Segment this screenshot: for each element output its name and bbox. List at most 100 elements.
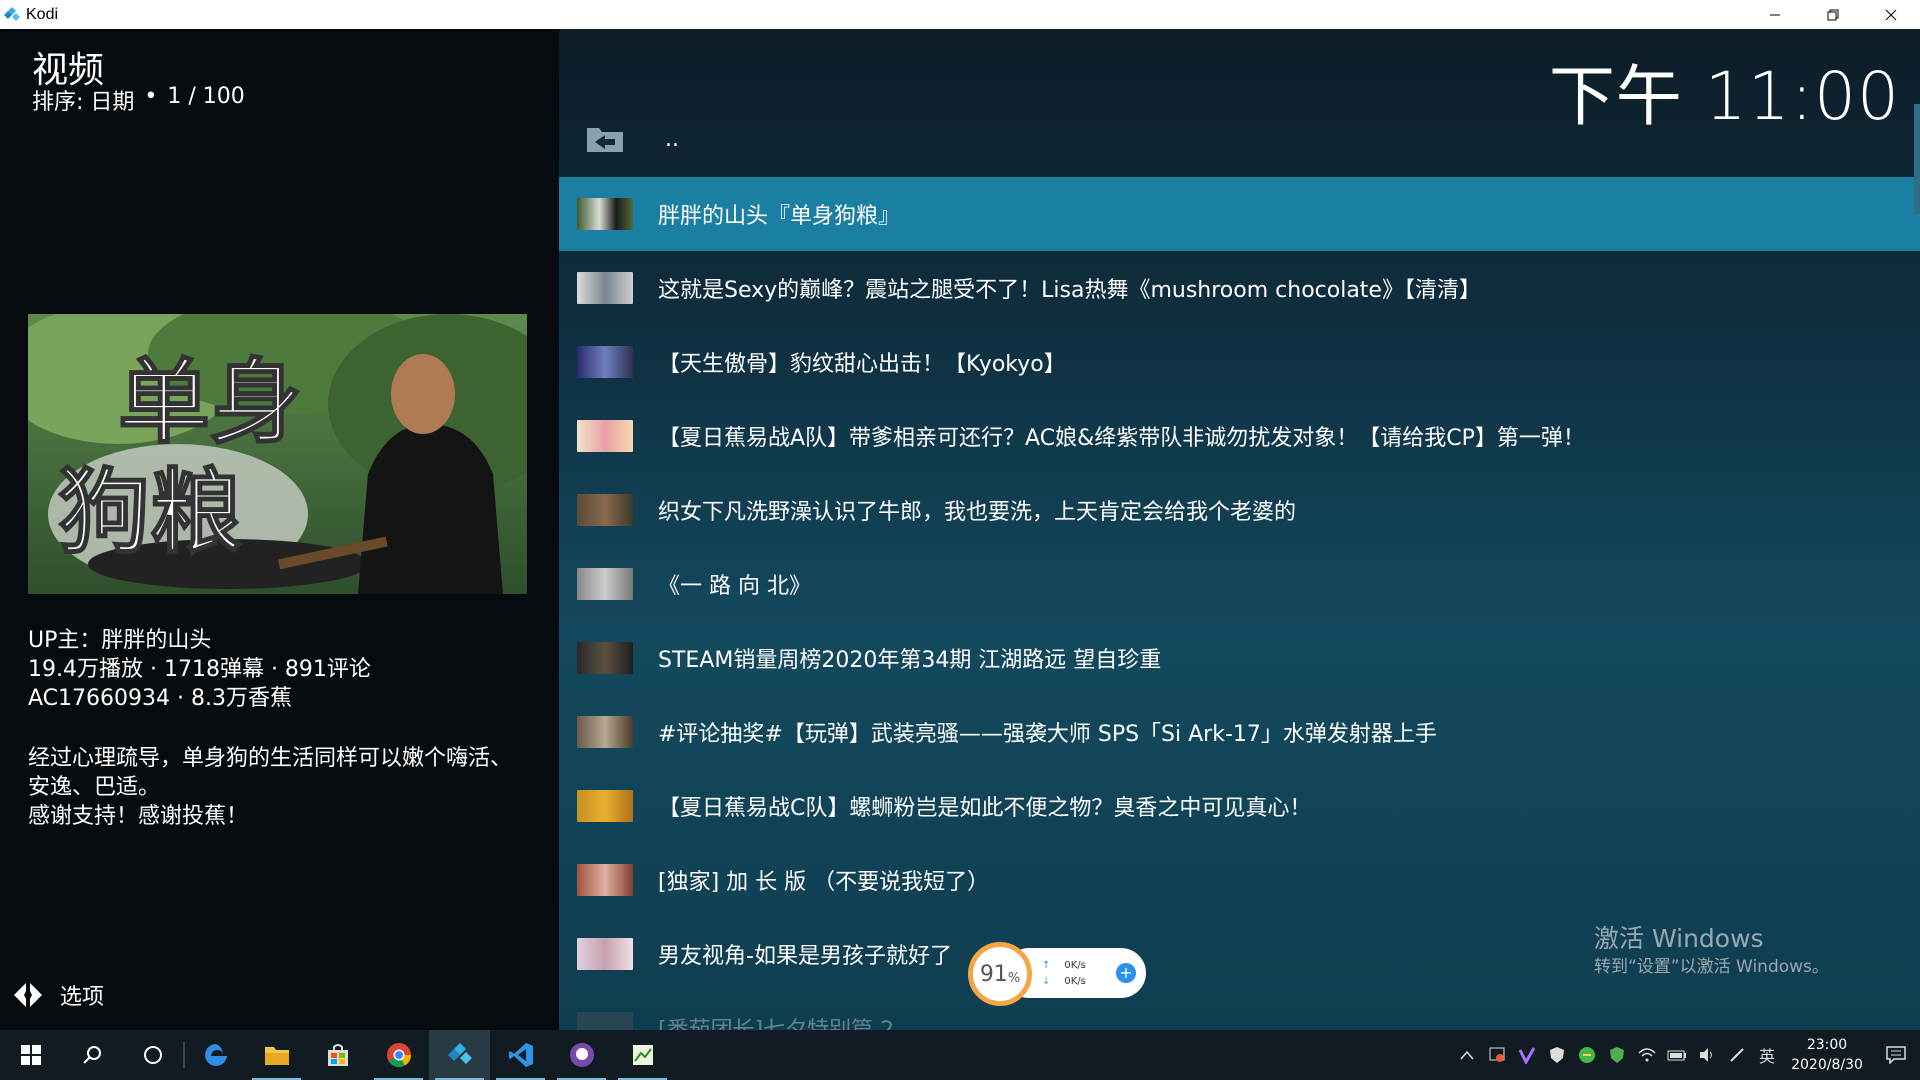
cortana-button[interactable] [122,1030,183,1080]
description-line: 感谢支持！感谢投蕉！ [28,804,249,829]
download-speed: 0K/s [1064,976,1086,987]
tray-360-icon[interactable] [1572,1030,1602,1080]
list-scrollbar[interactable] [1914,104,1920,214]
item-position: 1 / 100 [167,84,245,109]
tray-shield-icon[interactable] [1602,1030,1632,1080]
list-item[interactable]: [番茄团长]七夕特别篇 2 [559,991,1920,1030]
list-item[interactable]: 《一 路 向 北》 [559,547,1920,621]
speed-rates: ↑ 0K/s ↓ 0K/s [1042,958,1086,990]
watermark-subtitle: 转到“设置”以激活 Windows。 [1594,957,1829,977]
video-thumbnail [577,642,633,674]
taskbar-store[interactable] [307,1030,368,1080]
cortana-circle-icon [143,1046,162,1064]
taskbar-kodi[interactable] [429,1030,490,1080]
taskbar-sheet-app[interactable] [612,1030,673,1080]
window-titlebar: Kodi [0,0,1920,29]
video-title: STEAM销量周榜2020年第34期 江湖路远 望自珍重 [658,648,1162,673]
video-thumbnail [577,790,633,822]
video-thumbnail [577,494,633,526]
list-item[interactable]: 这就是Sexy的巅峰？震站之腿受不了！Lisa热舞《mushroom choco… [559,251,1920,325]
list-item[interactable]: #评论抽奖#【玩弹】武装亮骚——强袭大师 SPS「Si Ark-17」水弹发射器… [559,695,1920,769]
memory-percent: 91 [979,961,1008,987]
watermark-title: 激活 Windows [1594,924,1764,953]
edge-browser-icon [204,1044,227,1066]
video-thumbnail [577,716,633,748]
taskbar-edge[interactable] [185,1030,246,1080]
video-meta: UP主：胖胖的山头 19.4万播放 · 1718弹幕 · 891评论 AC176… [28,626,371,713]
video-thumbnail [577,1012,633,1030]
windows-logo-icon [20,1045,41,1065]
video-description: 经过心理疏导，单身狗的生活同样可以嫩个嗨活、 安逸、巴适。 感谢支持！感谢投蕉！ [28,744,528,831]
notification-icon [1886,1046,1906,1064]
taskbar-vscode[interactable] [490,1030,551,1080]
action-center-button[interactable] [1872,1030,1920,1080]
taskbar-clock[interactable]: 23:00 2020/8/30 [1782,1035,1872,1075]
list-item[interactable]: 【夏日蕉易战C队】螺蛳粉岂是如此不便之物？臭香之中可见真心！ [559,769,1920,843]
options-label: 选项 [60,985,105,1010]
tray-overflow-icon[interactable] [1452,1030,1482,1080]
tray-security-center-icon[interactable] [1482,1030,1512,1080]
upload-speed: 0K/s [1064,960,1086,971]
parent-folder-item[interactable]: .. [559,109,1900,169]
list-item[interactable]: [独家] 加 长 版 （不要说我短了） [559,843,1920,917]
memory-percent-unit: % [1007,970,1021,986]
poster-title-line1: 单身 [118,348,302,456]
search-icon [82,1046,101,1064]
uploader-text: UP主：胖胖的山头 [28,628,212,653]
minimize-button[interactable] [1746,0,1804,29]
tray-volume-icon[interactable] [1692,1030,1722,1080]
taskbar-chrome[interactable] [368,1030,429,1080]
tray-defender-icon[interactable] [1542,1030,1572,1080]
video-title: [独家] 加 长 版 （不要说我短了） [658,870,990,895]
options-button[interactable]: 选项 [12,979,104,1011]
kodi-icon [447,1043,472,1064]
upload-arrow-icon: ↑ [1042,960,1051,971]
tray-vs-icon[interactable] [1512,1030,1542,1080]
video-thumbnail [577,864,633,896]
video-title: 【夏日蕉易战A队】带爹相亲可还行？AC娘&绛紫带队非诚勿扰发对象！【请给我CP】… [658,426,1585,451]
list-item[interactable]: 【天生傲骨】豹纹甜心出击！【Kyokyo】 [559,325,1920,399]
tray-wifi-icon[interactable] [1632,1030,1662,1080]
taskbar-date: 2020/8/30 [1791,1057,1863,1073]
vscode-icon [508,1043,533,1067]
video-thumbnail [577,938,633,970]
tray-pen-icon[interactable] [1722,1030,1752,1080]
video-title: 【夏日蕉易战C队】螺蛳粉岂是如此不便之物？臭香之中可见真心！ [658,796,1312,821]
description-line: 经过心理疏导，单身狗的生活同样可以嫩个嗨活、 [28,746,513,771]
minimize-icon [1770,14,1780,15]
restore-button[interactable] [1804,0,1862,29]
activation-watermark: 激活 Windows 转到“设置”以激活 Windows。 [1594,925,1829,981]
search-button[interactable] [61,1030,122,1080]
ime-indicator[interactable]: 英 [1752,1030,1782,1080]
network-speed-widget[interactable]: 91% ↑ 0K/s ↓ 0K/s + [968,942,1146,1006]
taskbar: 英 23:00 2020/8/30 [0,1030,1920,1080]
video-thumbnail [577,420,633,452]
video-poster: 单身 狗粮 [28,314,527,594]
tray-battery-icon[interactable] [1662,1030,1692,1080]
system-tray: 英 23:00 2020/8/30 [1452,1030,1920,1080]
video-title: 【天生傲骨】豹纹甜心出击！【Kyokyo】 [658,352,1066,377]
close-icon [1885,9,1897,20]
taskbar-github[interactable] [551,1030,612,1080]
folder-back-icon [587,128,623,152]
kodi-logo-icon [4,6,20,21]
accelerate-button[interactable]: + [1116,963,1136,983]
video-list-panel: 下午 11:00 .. 胖胖的山头『单身狗粮』 这就是Sexy的巅峰？震站之腿受… [559,29,1920,1030]
options-arrows-icon [14,983,42,1007]
taskbar-file-explorer[interactable] [246,1030,307,1080]
start-button[interactable] [0,1030,61,1080]
chrome-icon [386,1043,411,1068]
close-button[interactable] [1862,0,1920,29]
list-item[interactable]: STEAM销量周榜2020年第34期 江湖路远 望自珍重 [559,621,1920,695]
video-title: [番茄团长]七夕特别篇 2 [658,1012,894,1030]
list-item[interactable]: 织女下凡洗野澡认识了牛郎，我也要洗，上天肯定会给我个老婆的 [559,473,1920,547]
folder-icon [264,1047,289,1065]
list-item[interactable]: 胖胖的山头『单身狗粮』 [559,177,1920,251]
sort-separator: • [144,84,158,109]
video-title: 胖胖的山头『单身狗粮』 [658,204,901,229]
list-item[interactable]: 【夏日蕉易战A队】带爹相亲可还行？AC娘&绛紫带队非诚勿扰发对象！【请给我CP】… [559,399,1920,473]
video-thumbnail [577,346,633,378]
id-text: AC17660934 · 8.3万香蕉 [28,686,292,711]
memory-usage-gauge[interactable]: 91% [968,942,1032,1006]
video-title: 这就是Sexy的巅峰？震站之腿受不了！Lisa热舞《mushroom choco… [658,278,1481,303]
